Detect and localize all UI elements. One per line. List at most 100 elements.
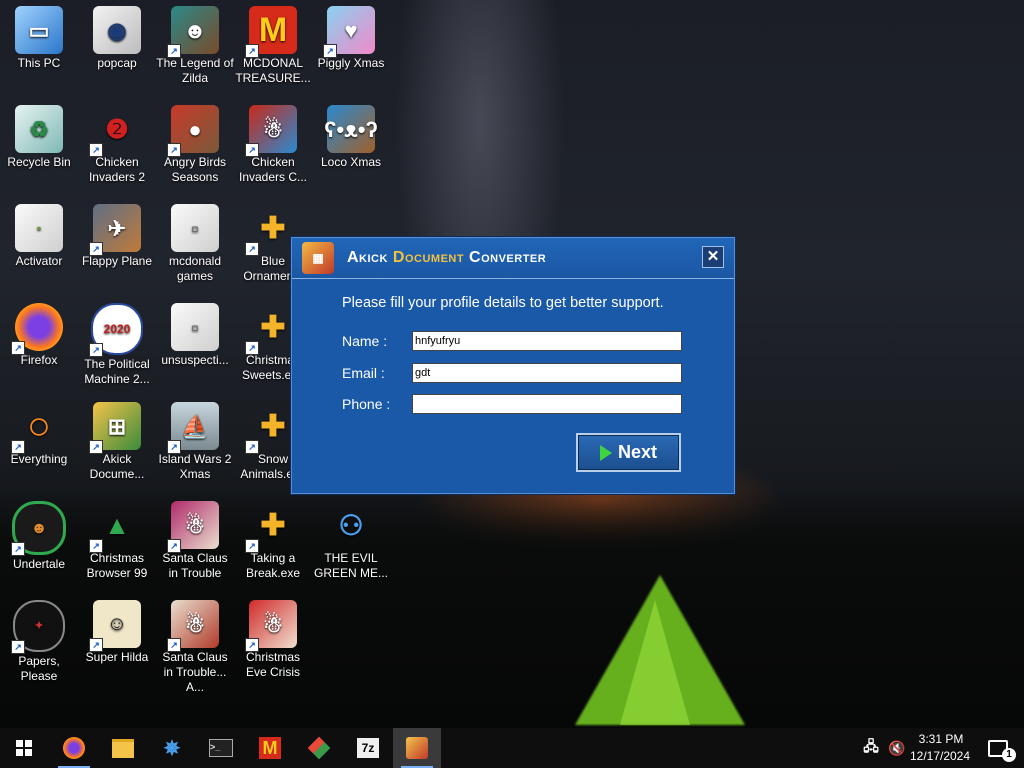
desktop-icon-unsuspecti[interactable]: ▫ unsuspecti... [156, 299, 234, 368]
desktop-icon-label: unsuspecti... [161, 353, 229, 367]
desktop-icon-akick[interactable]: ⊞ ↗ Akick Docume... [78, 398, 156, 482]
network-app-icon[interactable]: ✵ [148, 728, 196, 768]
chicken-icon: ❷ ↗ [89, 105, 141, 157]
desktop-icon-legend-of-zilda[interactable]: ☻ ↗ The Legend of Zilda [156, 2, 234, 86]
desktop-icon-piggly-xmas[interactable]: ♥ ↗ Piggly Xmas [312, 2, 390, 71]
zilda-icon: ☻ ↗ [167, 6, 219, 58]
desktop-icon-label: Super Hilda [85, 650, 149, 664]
phone-label: Phone : [342, 396, 391, 412]
computer-icon: ▭ [15, 6, 63, 54]
snowman-icon: ☃ ↗ [245, 105, 297, 157]
angry-birds-icon: ● ↗ [167, 105, 219, 157]
puzzle-icon: ✚ ↗ [245, 204, 297, 256]
folder-icon: ◉ [93, 6, 141, 54]
taskbar: ✵ >_ M 7z 🖧 🔇 3:31 PM 12/17/2024 1 [0, 728, 1024, 768]
akick-logo-icon: ▦ [302, 242, 334, 274]
desktop-icon-flappy-plane[interactable]: ✈ ↗ Flappy Plane [78, 200, 156, 269]
desktop-icon-label: Santa Claus in Trouble [162, 551, 228, 580]
email-field[interactable] [412, 363, 682, 383]
desktop-icon-papers-please[interactable]: ✦ ↗ Papers, Please [0, 596, 78, 684]
firefox-icon[interactable] [50, 728, 98, 768]
desktop-icon-label: Undertale [12, 557, 66, 571]
desktop-icon-firefox[interactable]: ↗ Firefox [0, 299, 78, 368]
desktop-icon-label: This PC [17, 56, 61, 70]
file-explorer-icon[interactable] [99, 728, 147, 768]
terminal-icon[interactable]: >_ [197, 728, 245, 768]
desktop-icon-chicken-invaders-c[interactable]: ☃ ↗ Chicken Invaders C... [234, 101, 312, 185]
everything-search-icon: ○ ↗ [11, 402, 63, 454]
windows-start-icon[interactable] [0, 728, 48, 768]
dialog-message: Please fill your profile details to get … [342, 295, 664, 311]
desktop-icon-label: Taking a Break.exe [245, 551, 301, 580]
desktop-icon-popcap[interactable]: ◉ popcap [78, 2, 156, 71]
notification-center-icon[interactable]: 1 [978, 728, 1018, 768]
desktop-icon-mcdonal-treasure[interactable]: M ↗ MCDONAL TREASURE... [234, 2, 312, 86]
desktop-icon-label: mcdonald games [168, 254, 222, 283]
people-icon: ⚇ [338, 509, 364, 541]
bear-icon: ʕ•ᴥ•ʔ [324, 105, 378, 153]
title-part-akick: Akick [347, 249, 388, 266]
desktop-icon-super-hilda[interactable]: ☺ ↗ Super Hilda [78, 596, 156, 665]
desktop-icon-label: THE EVIL GREEN ME... [313, 551, 388, 580]
puzzle-icon: ✚ ↗ [245, 501, 297, 553]
akick-profile-dialog: ▦ Akick Document Converter ✕ Please fill… [291, 237, 735, 494]
desktop-icon-label: Akick Docume... [89, 452, 145, 481]
pig-icon: ♥ ↗ [323, 6, 375, 58]
desktop-icon-island-wars[interactable]: ⛵ ↗ Island Wars 2 Xmas [156, 398, 234, 482]
desktop-icon-taking-a-break[interactable]: ✚ ↗ Taking a Break.exe [234, 497, 312, 581]
desktop-icon-label: Christmas Eve Crisis [245, 650, 300, 679]
desktop-icon-activator[interactable]: ▪ Activator [0, 200, 78, 269]
super-hilda-icon: ☺ ↗ [89, 600, 141, 652]
desktop-icon-label: Activator [15, 254, 63, 268]
desktop-icon-chicken-invaders-2[interactable]: ❷ ↗ Chicken Invaders 2 [78, 101, 156, 185]
mcdonalds-icon[interactable]: M [246, 728, 294, 768]
desktop-icon-angry-birds[interactable]: ● ↗ Angry Birds Seasons [156, 101, 234, 185]
next-button[interactable]: Next [576, 433, 681, 472]
7zip-label: 7z [357, 738, 379, 758]
akick-icon[interactable] [393, 728, 441, 768]
desktop-icon-label: The Political Machine 2... [84, 357, 150, 386]
desktop-icon-loco-xmas[interactable]: ʕ•ᴥ•ʔ Loco Xmas [312, 101, 390, 170]
7zip-icon[interactable]: 7z [344, 728, 392, 768]
desktop-icon-recycle-bin[interactable]: ♻ Recycle Bin [0, 101, 78, 170]
desktop-icon-santa-claus-trouble[interactable]: ☃ ↗ Santa Claus in Trouble [156, 497, 234, 581]
desktop-icon-everything[interactable]: ○ ↗ Everything [0, 398, 78, 467]
island-wars-icon: ⛵ ↗ [167, 402, 219, 454]
desktop-icon-undertale[interactable]: ☻ ↗ Undertale [0, 497, 78, 572]
desktop-icon-label: Everything [10, 452, 68, 466]
desktop-icon-political-machine[interactable]: 2020 ↗ The Political Machine 2... [78, 299, 156, 387]
desktop-icon-label: Loco Xmas [320, 155, 382, 169]
folder-icon: ▫ [171, 204, 219, 252]
flappy-plane-icon: ✈ ↗ [89, 204, 141, 256]
santa-icon: ☃ ↗ [167, 600, 219, 652]
clock-date[interactable]: 12/17/2024 [904, 749, 976, 763]
desktop-icon-santa-claus-trouble-a[interactable]: ☃ ↗ Santa Claus in Trouble... A... [156, 596, 234, 695]
colorful-app-icon[interactable] [295, 728, 343, 768]
network-icon[interactable]: 🖧 [858, 728, 884, 768]
clock-time[interactable]: 3:31 PM [910, 732, 972, 746]
puzzle-icon: ✚ ↗ [245, 402, 297, 454]
folder-icon: ▫ [171, 303, 219, 351]
notification-count-badge: 1 [1002, 748, 1016, 762]
desktop-icon-christmas-browser[interactable]: ▲ ↗ Christmas Browser 99 [78, 497, 156, 581]
mcdonalds-icon: M ↗ [245, 6, 297, 58]
email-label: Email : [342, 365, 385, 381]
name-label: Name : [342, 333, 388, 349]
dialog-title-bar[interactable]: ▦ Akick Document Converter ✕ [292, 238, 734, 279]
desktop-icon-mcdonald-games[interactable]: ▫ mcdonald games [156, 200, 234, 284]
desktop-icon-label: Angry Birds Seasons [163, 155, 227, 184]
wallpaper-tent-glow [620, 600, 690, 725]
christmas-tree-icon: ▲ ↗ [89, 501, 141, 553]
desktop-icon-christmas-eve-crisis[interactable]: ☃ ↗ Christmas Eve Crisis [234, 596, 312, 680]
phone-field[interactable] [412, 394, 682, 414]
desktop-icon-label: Piggly Xmas [317, 56, 385, 70]
undertale-icon: ☻ ↗ [11, 501, 66, 556]
desktop-icon-this-pc[interactable]: ▭ This PC [0, 2, 78, 71]
close-icon[interactable]: ✕ [702, 246, 724, 268]
document-icon: ▪ [15, 204, 63, 252]
desktop-icon-label: popcap [97, 56, 137, 70]
desktop-icon-evil-green-me[interactable]: ⚇ THE EVIL GREEN ME... [312, 497, 390, 581]
name-field[interactable] [412, 331, 682, 351]
terminal-label: >_ [209, 739, 233, 757]
desktop-icon-label: Christmas Browser 99 [86, 551, 148, 580]
